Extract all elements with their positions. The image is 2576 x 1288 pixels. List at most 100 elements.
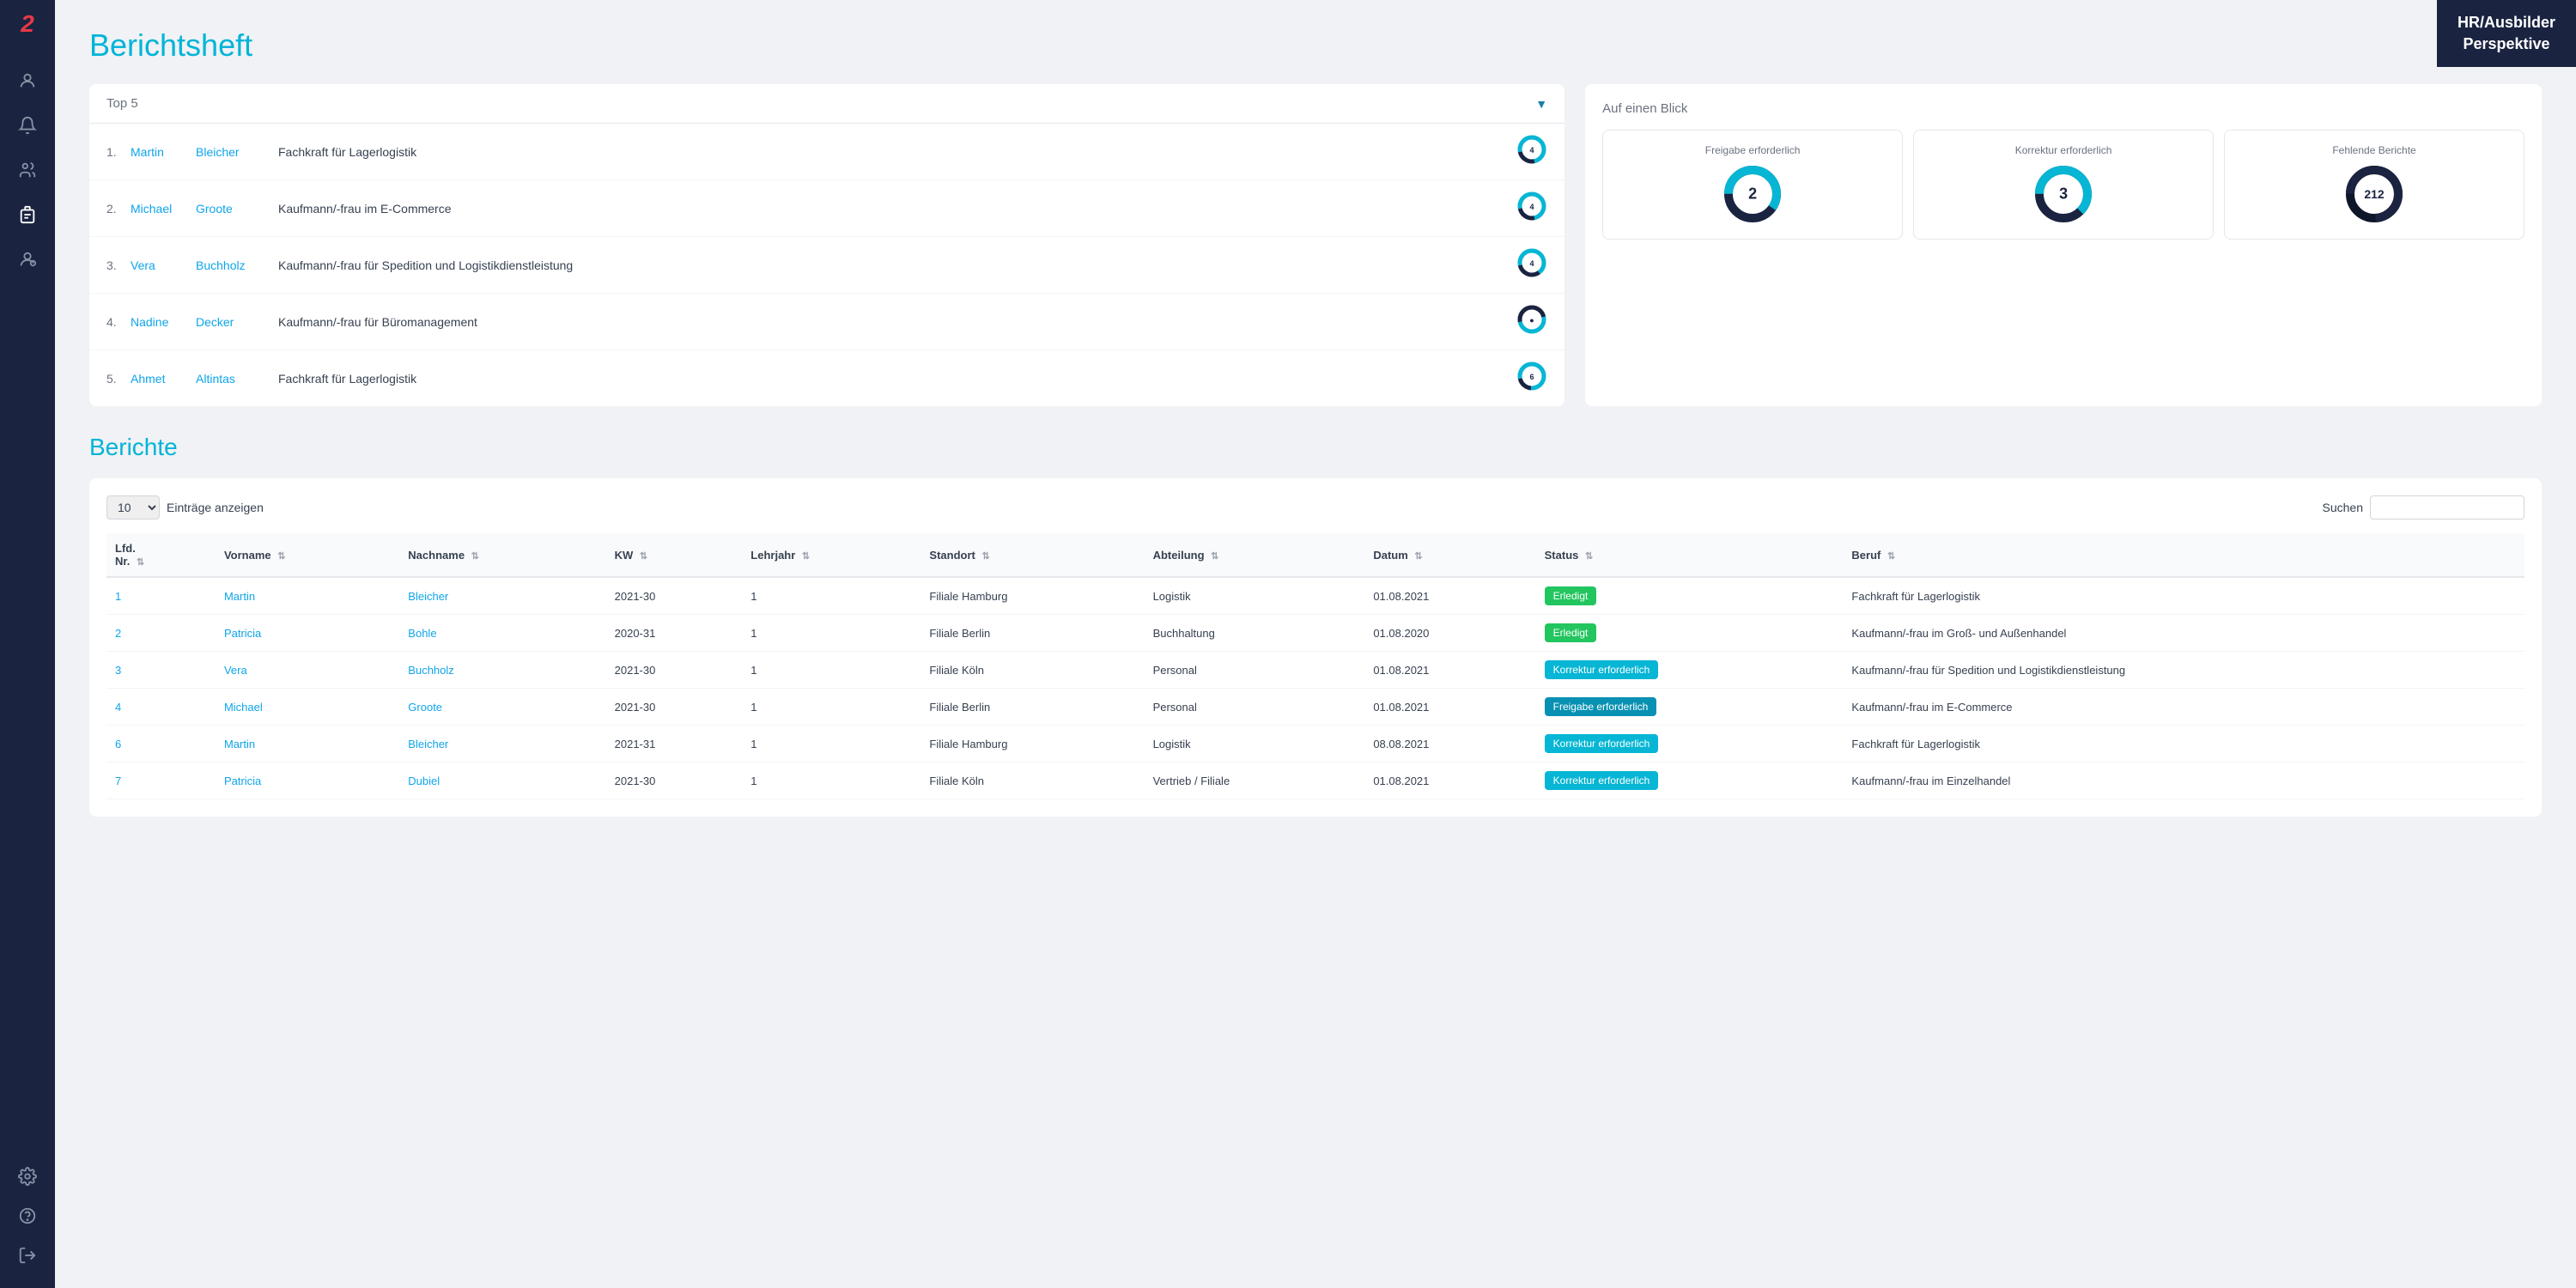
search-input[interactable] — [2370, 495, 2524, 519]
top5-donut-1: 4 — [1516, 134, 1547, 169]
top5-last-4[interactable]: Decker — [196, 315, 264, 329]
cell-vorname[interactable]: Vera — [216, 652, 399, 689]
cell-nachname[interactable]: Bohle — [399, 615, 605, 652]
top5-first-5[interactable]: Ahmet — [131, 372, 191, 386]
col-standort[interactable]: Standort ⇅ — [920, 533, 1144, 577]
top5-last-2[interactable]: Groote — [196, 202, 264, 216]
cell-lfd[interactable]: 4 — [106, 689, 216, 726]
role-badge: HR/Ausbilder Perspektive — [2437, 0, 2576, 67]
search-label: Suchen — [2323, 501, 2363, 514]
cell-vorname[interactable]: Martin — [216, 726, 399, 762]
top5-first-3[interactable]: Vera — [131, 258, 191, 272]
cell-datum: 01.08.2021 — [1364, 689, 1535, 726]
col-nachname[interactable]: Nachname ⇅ — [399, 533, 605, 577]
blick-card: Auf einen Blick Freigabe erforderlich 2 — [1585, 84, 2542, 406]
blick-value-freigabe: 2 — [1748, 185, 1757, 204]
cell-lehrjahr: 1 — [742, 726, 920, 762]
cell-lfd[interactable]: 6 — [106, 726, 216, 762]
cell-vorname[interactable]: Michael — [216, 689, 399, 726]
col-status[interactable]: Status ⇅ — [1536, 533, 1844, 577]
blick-label-fehlende: Fehlende Berichte — [2332, 144, 2415, 156]
col-lehrjahr[interactable]: Lehrjahr ⇅ — [742, 533, 920, 577]
cell-lfd[interactable]: 3 — [106, 652, 216, 689]
top5-num-1: 1. — [106, 145, 131, 159]
col-datum[interactable]: Datum ⇅ — [1364, 533, 1535, 577]
cell-vorname[interactable]: Patricia — [216, 615, 399, 652]
blick-item-fehlende: Fehlende Berichte 212 — [2224, 130, 2524, 240]
top5-row-1: 1. Martin Bleicher Fachkraft für Lagerlo… — [89, 124, 1564, 180]
sidebar-item-team[interactable] — [10, 153, 45, 187]
top5-last-1[interactable]: Bleicher — [196, 145, 264, 159]
cell-datum: 08.08.2021 — [1364, 726, 1535, 762]
col-kw[interactable]: KW ⇅ — [606, 533, 743, 577]
top5-row-3: 3. Vera Buchholz Kaufmann/-frau für Sped… — [89, 237, 1564, 294]
cell-standort: Filiale Köln — [920, 652, 1144, 689]
top5-first-2[interactable]: Michael — [131, 202, 191, 216]
cell-kw: 2021-30 — [606, 652, 743, 689]
sidebar-item-user[interactable] — [10, 64, 45, 98]
page-title: Berichtsheft — [89, 27, 2542, 64]
cell-beruf: Kaufmann/-frau im E-Commerce — [1843, 689, 2524, 726]
blick-donut-fehlende: 212 — [2343, 163, 2405, 225]
cell-vorname[interactable]: Patricia — [216, 762, 399, 799]
cell-nachname[interactable]: Bleicher — [399, 577, 605, 615]
status-badge: Korrektur erforderlich — [1545, 734, 1659, 753]
cell-abteilung: Logistik — [1145, 726, 1365, 762]
top5-card: Top 5 ▼ 1. Martin Bleicher Fachkraft für… — [89, 84, 1564, 406]
top5-last-5[interactable]: Altintas — [196, 372, 264, 386]
cell-lehrjahr: 1 — [742, 577, 920, 615]
cell-nachname[interactable]: Buchholz — [399, 652, 605, 689]
sidebar-item-admin[interactable] — [10, 242, 45, 276]
col-abteilung[interactable]: Abteilung ⇅ — [1145, 533, 1365, 577]
blick-value-fehlende: 212 — [2364, 187, 2384, 201]
sidebar-item-clipboard[interactable] — [10, 197, 45, 232]
blick-item-freigabe: Freigabe erforderlich 2 — [1602, 130, 1903, 240]
cell-beruf: Kaufmann/-frau im Groß- und Außenhandel — [1843, 615, 2524, 652]
cell-status: Freigabe erforderlich — [1536, 689, 1844, 726]
cell-datum: 01.08.2021 — [1364, 577, 1535, 615]
berichte-table: Lfd.Nr. ⇅ Vorname ⇅ Nachname ⇅ KW ⇅ Lehr… — [106, 533, 2524, 799]
table-row: 1 Martin Bleicher 2021-30 1 Filiale Hamb… — [106, 577, 2524, 615]
cell-vorname[interactable]: Martin — [216, 577, 399, 615]
svg-text:4: 4 — [1530, 203, 1534, 211]
cell-standort: Filiale Köln — [920, 762, 1144, 799]
cell-lfd[interactable]: 2 — [106, 615, 216, 652]
entries-label: Einträge anzeigen — [167, 501, 264, 514]
top5-donut-5: 6 — [1516, 361, 1547, 396]
cell-nachname[interactable]: Dubiel — [399, 762, 605, 799]
app-logo: 2 — [21, 10, 34, 38]
cell-abteilung: Buchhaltung — [1145, 615, 1365, 652]
col-vorname[interactable]: Vorname ⇅ — [216, 533, 399, 577]
sidebar-item-help[interactable] — [10, 1199, 45, 1233]
top5-beruf-1: Fachkraft für Lagerlogistik — [278, 145, 1516, 159]
top5-last-3[interactable]: Buchholz — [196, 258, 264, 272]
sidebar-item-logout[interactable] — [10, 1238, 45, 1273]
col-lfd[interactable]: Lfd.Nr. ⇅ — [106, 533, 216, 577]
col-beruf[interactable]: Beruf ⇅ — [1843, 533, 2524, 577]
top5-beruf-2: Kaufmann/-frau im E-Commerce — [278, 202, 1516, 216]
cell-lehrjahr: 1 — [742, 652, 920, 689]
cell-lfd[interactable]: 7 — [106, 762, 216, 799]
cell-beruf: Fachkraft für Lagerlogistik — [1843, 726, 2524, 762]
cell-datum: 01.08.2020 — [1364, 615, 1535, 652]
top-section: Top 5 ▼ 1. Martin Bleicher Fachkraft für… — [89, 84, 2542, 406]
cell-standort: Filiale Berlin — [920, 689, 1144, 726]
cell-nachname[interactable]: Groote — [399, 689, 605, 726]
sidebar-item-bell[interactable] — [10, 108, 45, 143]
cell-status: Erledigt — [1536, 615, 1844, 652]
cell-kw: 2021-30 — [606, 762, 743, 799]
berichte-card: 10 25 50 100 Einträge anzeigen Suchen Lf… — [89, 478, 2542, 817]
table-row: 7 Patricia Dubiel 2021-30 1 Filiale Köln… — [106, 762, 2524, 799]
sidebar-item-settings[interactable] — [10, 1159, 45, 1194]
top5-row-2: 2. Michael Groote Kaufmann/-frau im E-Co… — [89, 180, 1564, 237]
top5-donut-4: ● — [1516, 304, 1547, 339]
top5-num-2: 2. — [106, 202, 131, 216]
top5-first-1[interactable]: Martin — [131, 145, 191, 159]
entries-select[interactable]: 10 25 50 100 — [106, 495, 160, 519]
cell-lfd[interactable]: 1 — [106, 577, 216, 615]
blick-label-freigabe: Freigabe erforderlich — [1705, 144, 1801, 156]
cell-nachname[interactable]: Bleicher — [399, 726, 605, 762]
cell-beruf: Fachkraft für Lagerlogistik — [1843, 577, 2524, 615]
top5-dropdown-arrow[interactable]: ▼ — [1535, 97, 1547, 111]
top5-first-4[interactable]: Nadine — [131, 315, 191, 329]
